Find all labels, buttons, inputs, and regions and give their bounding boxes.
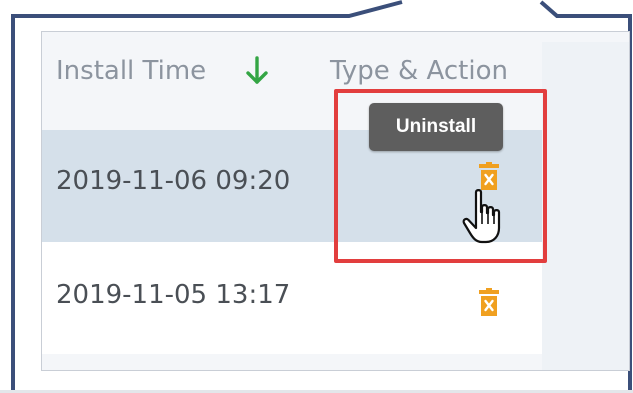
hand-pointer-icon <box>462 189 501 244</box>
uninstall-tooltip: Uninstall <box>369 103 503 151</box>
arrow-down-icon[interactable] <box>245 55 269 87</box>
table-side-area <box>542 42 629 370</box>
install-time-cell: 2019-11-06 09:20 <box>56 166 291 196</box>
install-time-cell: 2019-11-05 13:17 <box>56 280 291 310</box>
column-header-install-time[interactable]: Install Time <box>56 56 206 86</box>
trash-icon[interactable] <box>478 288 500 316</box>
column-header-type-action[interactable]: Type & Action <box>330 56 508 86</box>
